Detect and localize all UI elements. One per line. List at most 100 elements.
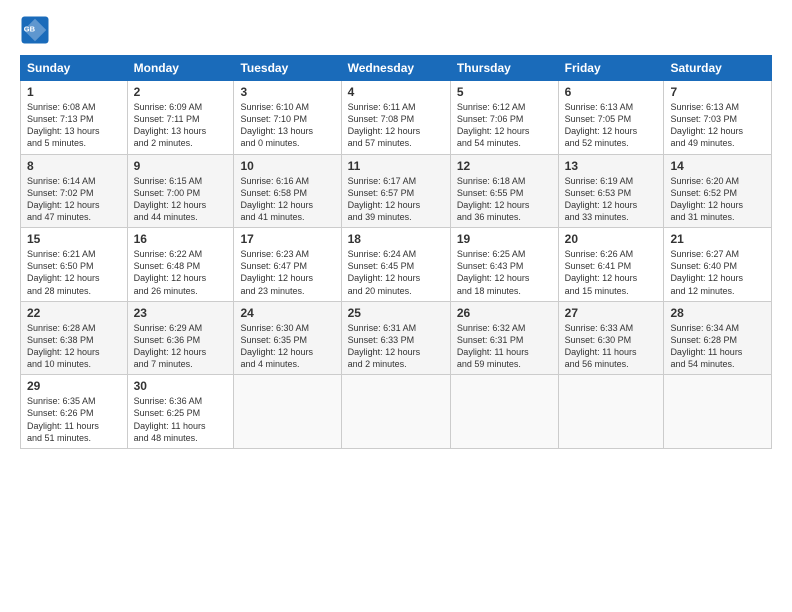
day-number: 12 — [457, 159, 552, 173]
day-cell: 6Sunrise: 6:13 AMSunset: 7:05 PMDaylight… — [558, 81, 664, 155]
day-content: Sunrise: 6:28 AMSunset: 6:38 PMDaylight:… — [27, 322, 121, 371]
day-cell: 16Sunrise: 6:22 AMSunset: 6:48 PMDayligh… — [127, 228, 234, 302]
week-row-5: 29 Sunrise: 6:35 AMSunset: 6:26 PMDayligh… — [21, 375, 772, 449]
day-number: 6 — [565, 85, 658, 99]
day-number: 3 — [240, 85, 334, 99]
day-number: 18 — [348, 232, 444, 246]
header-cell-saturday: Saturday — [664, 56, 772, 81]
day-number: 28 — [670, 306, 765, 320]
day-cell: 23Sunrise: 6:29 AMSunset: 6:36 PMDayligh… — [127, 301, 234, 375]
day-cell: 2 Sunrise: 6:09 AMSunset: 7:11 PMDaylight… — [127, 81, 234, 155]
day-number: 11 — [348, 159, 444, 173]
day-cell: 18 Sunrise: 6:24 AMSunset: 6:45 PMDayligh… — [341, 228, 450, 302]
header: GB — [20, 15, 772, 45]
day-content: Sunrise: 6:25 AMSunset: 6:43 PMDaylight:… — [457, 248, 552, 297]
header-cell-wednesday: Wednesday — [341, 56, 450, 81]
day-content: Sunrise: 6:35 AMSunset: 6:26 PMDaylight:… — [27, 395, 121, 444]
day-number: 8 — [27, 159, 121, 173]
day-number: 15 — [27, 232, 121, 246]
day-content: Sunrise: 6:16 AMSunset: 6:58 PMDaylight:… — [240, 175, 334, 224]
day-number: 9 — [134, 159, 228, 173]
day-content: Sunrise: 6:33 AMSunset: 6:30 PMDaylight:… — [565, 322, 658, 371]
day-cell: 21Sunrise: 6:27 AMSunset: 6:40 PMDayligh… — [664, 228, 772, 302]
day-content: Sunrise: 6:30 AMSunset: 6:35 PMDaylight:… — [240, 322, 334, 371]
day-content: Sunrise: 6:13 AMSunset: 7:03 PMDaylight:… — [670, 101, 765, 150]
day-content: Sunrise: 6:12 AMSunset: 7:06 PMDaylight:… — [457, 101, 552, 150]
day-number: 29 — [27, 379, 121, 393]
day-cell: 13 Sunrise: 6:19 AMSunset: 6:53 PMDayligh… — [558, 154, 664, 228]
week-row-2: 8 Sunrise: 6:14 AMSunset: 7:02 PMDaylight… — [21, 154, 772, 228]
day-cell: 10 Sunrise: 6:16 AMSunset: 6:58 PMDayligh… — [234, 154, 341, 228]
day-content: Sunrise: 6:09 AMSunset: 7:11 PMDaylight:… — [134, 101, 228, 150]
week-row-1: 1 Sunrise: 6:08 AMSunset: 7:13 PMDaylight… — [21, 81, 772, 155]
day-cell: 7 Sunrise: 6:13 AMSunset: 7:03 PMDaylight… — [664, 81, 772, 155]
day-cell: 30 Sunrise: 6:36 AMSunset: 6:25 PMDayligh… — [127, 375, 234, 449]
day-number: 4 — [348, 85, 444, 99]
day-number: 13 — [565, 159, 658, 173]
svg-text:GB: GB — [24, 25, 36, 34]
day-number: 30 — [134, 379, 228, 393]
day-cell: 9 Sunrise: 6:15 AMSunset: 7:00 PMDaylight… — [127, 154, 234, 228]
day-cell: 25 Sunrise: 6:31 AMSunset: 6:33 PMDayligh… — [341, 301, 450, 375]
page: GB SundayMondayTuesdayWednesdayThursdayF… — [0, 0, 792, 612]
day-cell: 3 Sunrise: 6:10 AMSunset: 7:10 PMDaylight… — [234, 81, 341, 155]
day-content: Sunrise: 6:23 AMSunset: 6:47 PMDaylight:… — [240, 248, 334, 297]
week-row-4: 22 Sunrise: 6:28 AMSunset: 6:38 PMDayligh… — [21, 301, 772, 375]
week-row-3: 15 Sunrise: 6:21 AMSunset: 6:50 PMDayligh… — [21, 228, 772, 302]
day-number: 24 — [240, 306, 334, 320]
logo: GB — [20, 15, 56, 45]
day-number: 1 — [27, 85, 121, 99]
header-row: SundayMondayTuesdayWednesdayThursdayFrid… — [21, 56, 772, 81]
day-cell: 28 Sunrise: 6:34 AMSunset: 6:28 PMDayligh… — [664, 301, 772, 375]
day-content: Sunrise: 6:21 AMSunset: 6:50 PMDaylight:… — [27, 248, 121, 297]
day-cell: 15 Sunrise: 6:21 AMSunset: 6:50 PMDayligh… — [21, 228, 128, 302]
day-cell: 8 Sunrise: 6:14 AMSunset: 7:02 PMDaylight… — [21, 154, 128, 228]
day-content: Sunrise: 6:17 AMSunset: 6:57 PMDaylight:… — [348, 175, 444, 224]
day-number: 21 — [670, 232, 765, 246]
calendar-table: SundayMondayTuesdayWednesdayThursdayFrid… — [20, 55, 772, 449]
day-content: Sunrise: 6:36 AMSunset: 6:25 PMDaylight:… — [134, 395, 228, 444]
day-cell — [558, 375, 664, 449]
day-number: 17 — [240, 232, 334, 246]
day-number: 14 — [670, 159, 765, 173]
day-number: 2 — [134, 85, 228, 99]
day-cell — [234, 375, 341, 449]
day-number: 27 — [565, 306, 658, 320]
day-number: 22 — [27, 306, 121, 320]
day-content: Sunrise: 6:19 AMSunset: 6:53 PMDaylight:… — [565, 175, 658, 224]
day-number: 26 — [457, 306, 552, 320]
day-number: 20 — [565, 232, 658, 246]
day-cell: 1 Sunrise: 6:08 AMSunset: 7:13 PMDaylight… — [21, 81, 128, 155]
day-content: Sunrise: 6:18 AMSunset: 6:55 PMDaylight:… — [457, 175, 552, 224]
day-content: Sunrise: 6:20 AMSunset: 6:52 PMDaylight:… — [670, 175, 765, 224]
day-cell: 20 Sunrise: 6:26 AMSunset: 6:41 PMDayligh… — [558, 228, 664, 302]
day-number: 7 — [670, 85, 765, 99]
day-number: 10 — [240, 159, 334, 173]
header-cell-tuesday: Tuesday — [234, 56, 341, 81]
day-cell: 5Sunrise: 6:12 AMSunset: 7:06 PMDaylight… — [450, 81, 558, 155]
day-content: Sunrise: 6:34 AMSunset: 6:28 PMDaylight:… — [670, 322, 765, 371]
day-cell: 29 Sunrise: 6:35 AMSunset: 6:26 PMDayligh… — [21, 375, 128, 449]
day-cell: 4Sunrise: 6:11 AMSunset: 7:08 PMDaylight… — [341, 81, 450, 155]
day-cell: 14 Sunrise: 6:20 AMSunset: 6:52 PMDayligh… — [664, 154, 772, 228]
day-cell: 19Sunrise: 6:25 AMSunset: 6:43 PMDayligh… — [450, 228, 558, 302]
day-cell — [450, 375, 558, 449]
day-content: Sunrise: 6:26 AMSunset: 6:41 PMDaylight:… — [565, 248, 658, 297]
header-cell-thursday: Thursday — [450, 56, 558, 81]
day-number: 23 — [134, 306, 228, 320]
day-cell: 12 Sunrise: 6:18 AMSunset: 6:55 PMDayligh… — [450, 154, 558, 228]
day-content: Sunrise: 6:10 AMSunset: 7:10 PMDaylight:… — [240, 101, 334, 150]
day-content: Sunrise: 6:14 AMSunset: 7:02 PMDaylight:… — [27, 175, 121, 224]
day-cell — [341, 375, 450, 449]
day-cell — [664, 375, 772, 449]
day-cell: 24 Sunrise: 6:30 AMSunset: 6:35 PMDayligh… — [234, 301, 341, 375]
day-content: Sunrise: 6:31 AMSunset: 6:33 PMDaylight:… — [348, 322, 444, 371]
day-content: Sunrise: 6:32 AMSunset: 6:31 PMDaylight:… — [457, 322, 552, 371]
day-number: 25 — [348, 306, 444, 320]
day-cell: 17 Sunrise: 6:23 AMSunset: 6:47 PMDayligh… — [234, 228, 341, 302]
day-content: Sunrise: 6:24 AMSunset: 6:45 PMDaylight:… — [348, 248, 444, 297]
day-content: Sunrise: 6:15 AMSunset: 7:00 PMDaylight:… — [134, 175, 228, 224]
day-content: Sunrise: 6:08 AMSunset: 7:13 PMDaylight:… — [27, 101, 121, 150]
day-cell: 26 Sunrise: 6:32 AMSunset: 6:31 PMDayligh… — [450, 301, 558, 375]
day-number: 16 — [134, 232, 228, 246]
